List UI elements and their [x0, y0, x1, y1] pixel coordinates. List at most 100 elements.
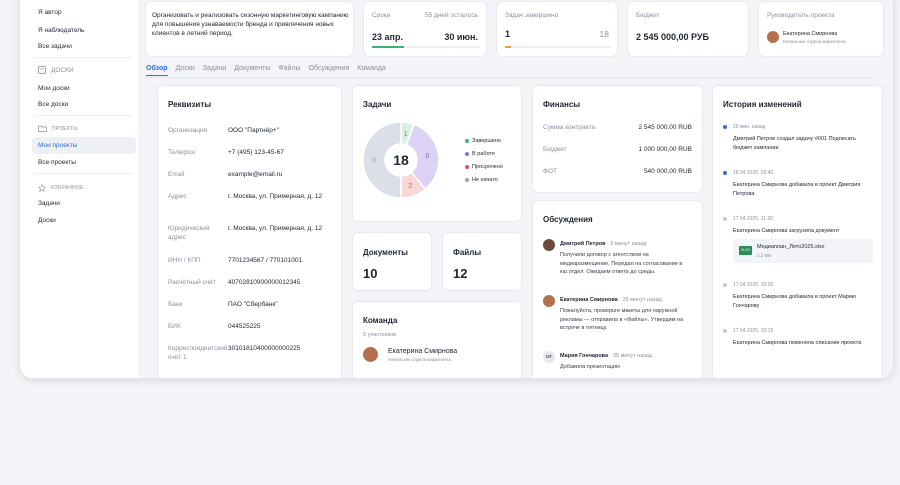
requisites-row: БИК 044525225: [168, 322, 328, 342]
sidebar-section-favorites-label: ИЗБРАННОЕ: [51, 185, 84, 191]
overview-panel: Реквизиты Организация ООО "Партнёр+" Телеф…: [152, 82, 893, 378]
discussions-title: Обсуждения: [543, 215, 593, 224]
documents-card[interactable]: Документы 10: [352, 232, 432, 291]
tab-boards[interactable]: Доски: [176, 65, 195, 76]
finance-row-key: Бюджет: [543, 146, 567, 153]
tab-overview[interactable]: Обзор: [146, 65, 168, 76]
board-icon: [38, 66, 46, 74]
requisites-row-value: ООО "Партнёр+": [228, 127, 279, 134]
project-tabs: Обзор Доски Задачи Документы Файлы Обсуж…: [146, 65, 386, 76]
history-file-attachment[interactable]: XLSX Медиаплан_Лето2025.xlsx 2.2 MB: [733, 239, 873, 263]
sidebar-item-fav-boards[interactable]: Доски: [38, 217, 56, 224]
tasks-chart-title: Задачи: [363, 100, 392, 109]
folder-icon: [38, 125, 47, 132]
requisites-row-value: +7 (495) 123-45-67: [228, 149, 284, 156]
team-member-role: Начальник отдела маркетинга: [388, 357, 451, 362]
project-description-card: Организовать и реализовать сезонную марк…: [145, 1, 354, 57]
project-description: Организовать и реализовать сезонную марк…: [152, 12, 349, 37]
tab-discussions[interactable]: Обсуждения: [309, 65, 350, 76]
tasks-total-count: 18: [599, 29, 609, 39]
sidebar-section-boards-label: ДОСКИ: [51, 66, 74, 74]
requisites-row-key: Организация: [168, 127, 208, 134]
tasks-progress-fill: [505, 46, 512, 48]
requisites-row-value: 044525225: [228, 323, 261, 330]
requisites-row: Адрес г. Москва, ул. Примерная, д. 12: [168, 192, 328, 212]
requisites-row: ИНН / КПП 7701234567 / 770101001: [168, 256, 328, 276]
sidebar-item-my-projects[interactable]: Мои проекты: [38, 142, 77, 149]
discussion-author-name: Екатерина Смирнова: [560, 297, 618, 303]
legend-item: Не начато: [465, 177, 498, 183]
term-start: 23 апр.: [372, 32, 403, 42]
legend-label: Просрочено: [472, 164, 503, 170]
sidebar-item-my-boards[interactable]: Мои доски: [38, 85, 70, 92]
sidebar-item-observer[interactable]: Я наблюдатель: [38, 27, 84, 34]
sidebar-item-all-tasks[interactable]: Все задачи: [38, 43, 72, 50]
files-count: 12: [453, 266, 468, 281]
sidebar-divider: [34, 115, 132, 116]
discussion-time: · 25 минут назад: [617, 297, 662, 303]
history-text: Дмитрий Петров создал задачу #001 Подпис…: [733, 136, 856, 151]
tab-files[interactable]: Файлы: [278, 65, 300, 76]
manager-avatar: [767, 31, 779, 43]
sidebar-section-favorites: ИЗБРАННОЕ: [38, 184, 83, 192]
discussion-text: Получили договор с агентством на медиара…: [560, 252, 683, 275]
finance-row-value: 540 000,00 RUB: [643, 168, 692, 175]
sidebar-item-author[interactable]: Я автор: [38, 9, 62, 16]
discussion-time: · 35 минут назад: [608, 353, 653, 359]
requisites-row-value: 40702810900000012345: [228, 279, 301, 286]
star-icon: [38, 184, 46, 192]
finance-row-key: ФОТ: [543, 168, 557, 175]
finance-row-value: 2 545 000,00 RUB: [638, 124, 692, 131]
terms-progress-track: [372, 46, 480, 48]
history-file-size: 2.2 MB: [757, 253, 772, 258]
terms-label: Сроки: [372, 12, 391, 19]
history-time: 20 мин. назад: [733, 124, 766, 130]
documents-title: Документы: [363, 248, 408, 257]
discussion-author[interactable]: Мария Гончарова · 35 минут назад: [560, 353, 652, 359]
xlsx-file-icon: XLSX: [739, 246, 752, 255]
history-dot: [723, 171, 727, 175]
tab-team[interactable]: Команда: [357, 65, 386, 76]
team-title: Команда: [363, 316, 398, 325]
legend-dot: [465, 165, 469, 169]
pie-slice-value-label: 2: [408, 183, 412, 190]
history-dot: [723, 283, 727, 287]
tab-tasks[interactable]: Задачи: [203, 65, 227, 76]
discussions-card: Обсуждения Дмитрий Петров · 5 минут наза…: [532, 200, 703, 378]
finance-row-value: 1 000 000,00 RUB: [638, 146, 692, 153]
discussion-author[interactable]: Дмитрий Петров · 5 минут назад: [560, 241, 646, 247]
pie-slice-value-label: 9: [372, 158, 376, 165]
tasks-donut-chart: 1 6 2 9 18: [362, 121, 440, 199]
manager-card: Руководитель проекта Екатерина Смирнова …: [758, 1, 884, 57]
sidebar-divider: [34, 57, 132, 58]
requisites-title: Реквизиты: [168, 100, 212, 109]
history-card: История изменений 20 мин. назад Дмитрий П…: [712, 85, 883, 378]
manager-role: Начальник отдела маркетинга: [783, 39, 846, 44]
requisites-row: Расчётный счёт 40702810900000012345: [168, 278, 328, 298]
files-card[interactable]: Файлы 12: [442, 232, 522, 291]
requisites-row-key: БИК: [168, 323, 181, 330]
terms-progress-fill: [372, 46, 405, 48]
requisites-row-value: г. Москва, ул. Примерная, д. 12: [228, 225, 323, 232]
requisites-row: Телефон +7 (495) 123-45-67: [168, 148, 328, 168]
history-time: 18.04.2025, 09:40: [733, 170, 774, 176]
sidebar-section-projects-label: ПРОЕКТЫ: [52, 125, 78, 132]
legend-label: Завершено: [472, 138, 501, 144]
app-window: Я автор Я наблюдатель Все задачи ДОСКИ М…: [19, 0, 894, 379]
history-title: История изменений: [723, 100, 802, 109]
terms-card: Сроки 55 дней осталось 23 апр. 30 июн.: [363, 1, 487, 57]
team-member-name[interactable]: Екатерина Смирнова: [388, 348, 457, 355]
tab-documents[interactable]: Документы: [234, 65, 270, 76]
sidebar-item-fav-tasks[interactable]: Задачи: [38, 200, 60, 207]
history-text: Екатерина Смирнова загрузила документ: [733, 228, 840, 234]
discussion-author[interactable]: Екатерина Смирнова · 25 минут назад: [560, 297, 662, 303]
legend-dot: [465, 139, 469, 143]
discussion-author-name: Мария Гончарова: [560, 353, 609, 359]
legend-dot: [465, 178, 469, 182]
budget-card: Бюджет 2 545 000,00 РУБ: [627, 1, 749, 57]
history-dot: [723, 329, 727, 333]
sidebar-item-all-projects[interactable]: Все проекты: [38, 159, 76, 166]
sidebar-item-all-boards[interactable]: Все доски: [38, 101, 68, 108]
tasks-progress-track: [505, 46, 611, 48]
discussion-text: Добавила презентацию: [560, 364, 621, 370]
